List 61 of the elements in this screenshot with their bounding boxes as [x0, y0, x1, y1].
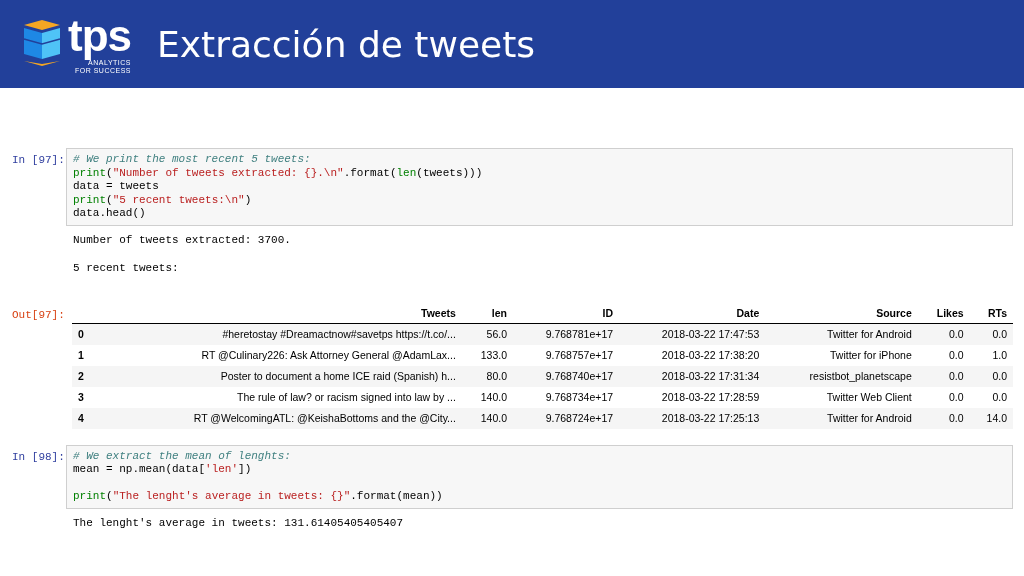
row-index: 1	[72, 344, 96, 366]
table-cell: 9.768757e+17	[513, 344, 620, 366]
table-cell: 0.0	[969, 386, 1013, 408]
code-line: print("5 recent tweets:\n")	[73, 193, 253, 207]
table-cell: 14.0	[969, 407, 1013, 429]
table-cell: RT @WelcomingATL: @KeishaBottoms and the @City...	[95, 407, 462, 429]
table-cell: 140.0	[461, 386, 513, 408]
code-cell[interactable]: # We extract the mean of lenghts: mean = np.mean(data['len']) print("The lenght's average in tweets: {}".format(mean))	[66, 444, 1013, 509]
table-cell: Poster to document a home ICE raid (Spanish) h...	[95, 365, 462, 387]
column-header: Date	[619, 302, 766, 323]
table-cell: resistbot_planetscape	[765, 365, 918, 387]
table-cell: 2018-03-22 17:25:13	[619, 407, 766, 429]
table-cell: The rule of law? or racism signed into law by ...	[95, 386, 462, 408]
table-cell: 0.0	[917, 365, 970, 387]
table-cell: Twitter for iPhone	[765, 344, 918, 366]
table-cell: 1.0	[969, 344, 1013, 366]
table-cell: #heretostay #Dreamactnow#savetps https://t.co/...	[95, 323, 462, 345]
table-cell: 133.0	[461, 344, 513, 366]
table-cell: 2018-03-22 17:31:34	[619, 365, 766, 387]
output-text: The lenght's average in tweets: 131.61405405405407	[73, 515, 405, 530]
table-cell: 9.768734e+17	[513, 386, 620, 408]
table-cell: 9.768724e+17	[513, 407, 620, 429]
table-cell: 2018-03-22 17:28:59	[619, 386, 766, 408]
table-cell: 140.0	[461, 407, 513, 429]
slide-title: Extracción de tweets	[157, 23, 536, 65]
input-prompt: In [98]:	[12, 449, 66, 465]
row-index: 3	[72, 386, 96, 408]
column-header: Tweets	[95, 302, 462, 323]
column-header: len	[461, 302, 513, 323]
code-line: # We extract the mean of lenghts:	[73, 449, 292, 463]
code-line: # We print the most recent 5 tweets:	[73, 153, 312, 167]
code-line: data.head()	[73, 207, 147, 221]
row-index: 2	[72, 365, 96, 387]
table-cell: 2018-03-22 17:47:53	[619, 323, 766, 345]
output-text: 5 recent tweets:	[73, 260, 180, 275]
column-header: RTs	[969, 302, 1013, 323]
table-cell: RT @Culinary226: Ask Attorney General @AdamLax...	[95, 344, 462, 366]
table-cell: 0.0	[917, 344, 970, 366]
code-line: print("Number of tweets extracted: {}.\n".format(len(tweets)))	[73, 166, 484, 180]
code-line: data = tweets	[73, 180, 160, 194]
output-prompt: Out[97]:	[12, 307, 66, 323]
row-index: 4	[72, 407, 96, 429]
table-cell: 0.0	[917, 386, 970, 408]
table-cell: 0.0	[969, 365, 1013, 387]
column-header: Source	[765, 302, 918, 323]
table-cell: 2018-03-22 17:38:20	[619, 344, 766, 366]
table-cell: 0.0	[917, 407, 970, 429]
code-line: print("The lenght's average in tweets: {}".format(mean))	[73, 489, 444, 504]
input-prompt: In [97]:	[12, 153, 66, 168]
column-header: Likes	[917, 302, 970, 323]
table-cell: Twitter for Android	[765, 323, 918, 345]
code-line: mean = np.mean(data['len'])	[73, 463, 253, 477]
row-index: 0	[72, 323, 96, 345]
column-header: ID	[513, 302, 620, 323]
table-cell: 80.0	[461, 365, 513, 387]
table-cell: 9.768740e+17	[513, 365, 620, 387]
table-cell: Twitter Web Client	[765, 386, 918, 408]
code-cell[interactable]: # We print the most recent 5 tweets: print("Number of tweets extracted: {}.\n".format(len(tweets))) data = tweets print("5 recent tweets:\n") data.head()	[66, 148, 1013, 226]
logo-wordmark: tps	[68, 13, 131, 59]
output-text: Number of tweets extracted: 3700.	[73, 232, 292, 247]
table-cell: Twitter for Android	[765, 407, 918, 429]
